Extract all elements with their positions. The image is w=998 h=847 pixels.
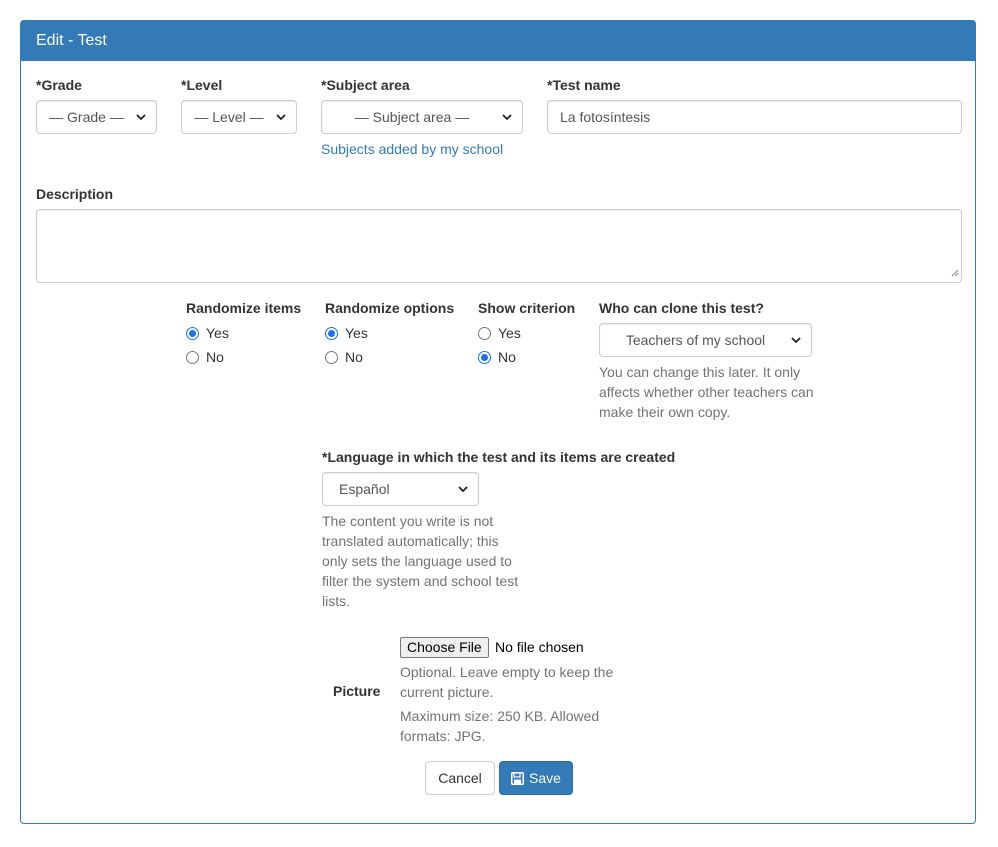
randomize-options-label: Randomize options [325, 300, 455, 316]
save-button-label: Save [529, 770, 561, 786]
show-criterion-no[interactable]: No [478, 349, 516, 365]
cancel-button[interactable]: Cancel [425, 761, 495, 795]
randomize-items-label: Randomize items [186, 300, 302, 316]
panel-title: Edit - Test [21, 21, 975, 61]
grade-select-value: — Grade — [49, 109, 124, 125]
radio-label: Yes [345, 325, 368, 341]
randomize-options-yes[interactable]: Yes [325, 325, 368, 341]
description-label: Description [36, 186, 114, 202]
chevron-down-icon [498, 113, 522, 121]
language-select-value: Español [339, 481, 390, 497]
level-select[interactable]: — Level — [181, 100, 297, 134]
radio-label: No [345, 349, 363, 365]
grade-select[interactable]: — Grade — [36, 100, 157, 134]
grade-label: *Grade [36, 77, 82, 93]
clone-select[interactable]: Teachers of my school [599, 323, 812, 357]
radio-label: No [498, 349, 516, 365]
description-textarea[interactable] [36, 209, 962, 283]
radio-checked-icon[interactable] [186, 326, 199, 340]
radio-checked-icon[interactable] [478, 350, 491, 364]
subject-area-label: *Subject area [321, 77, 410, 93]
file-status-text: No file chosen [495, 639, 584, 655]
test-name-input[interactable]: La fotosíntesis [547, 100, 962, 134]
language-help-text: The content you write is not translated … [322, 513, 519, 609]
randomize-options-no[interactable]: No [325, 349, 363, 365]
subject-area-select[interactable]: — Subject area — [321, 100, 523, 134]
level-select-value: — Level — [194, 109, 264, 125]
choose-file-button[interactable]: Choose File [400, 637, 489, 658]
test-name-label: *Test name [547, 77, 621, 93]
radio-unchecked-icon[interactable] [478, 326, 491, 340]
show-criterion-label: Show criterion [478, 300, 576, 316]
picture-help-optional: Optional. Leave empty to keep the curren… [400, 664, 614, 700]
randomize-items-no[interactable]: No [186, 349, 224, 365]
clone-help-text: You can change this later. It only affec… [599, 364, 814, 420]
clone-select-value: Teachers of my school [625, 332, 766, 348]
clone-label: Who can clone this test? [599, 300, 764, 316]
chevron-down-icon [787, 336, 811, 344]
radio-unchecked-icon[interactable] [186, 350, 199, 364]
radio-label: No [206, 349, 224, 365]
radio-label: Yes [498, 325, 521, 341]
radio-unchecked-icon[interactable] [325, 350, 338, 364]
resize-handle-icon[interactable] [951, 264, 959, 280]
language-label: *Language in which the test and its item… [322, 449, 676, 465]
radio-checked-icon[interactable] [325, 326, 338, 340]
picture-help-size: Maximum size: 250 KB. Allowed formats: J… [400, 708, 600, 744]
subject-area-select-value: — Subject area — [354, 109, 470, 125]
show-criterion-yes[interactable]: Yes [478, 325, 521, 341]
picture-label: Picture [333, 683, 381, 699]
randomize-items-yes[interactable]: Yes [186, 325, 229, 341]
chevron-down-icon [132, 113, 156, 121]
level-label: *Level [181, 77, 223, 93]
chevron-down-icon [454, 485, 478, 493]
subjects-by-school-link[interactable]: Subjects added by my school [321, 141, 503, 157]
language-select[interactable]: Español [322, 472, 479, 506]
chevron-down-icon [272, 113, 296, 121]
floppy-disk-icon [511, 771, 525, 785]
radio-label: Yes [206, 325, 229, 341]
save-button[interactable]: Save [499, 761, 573, 795]
